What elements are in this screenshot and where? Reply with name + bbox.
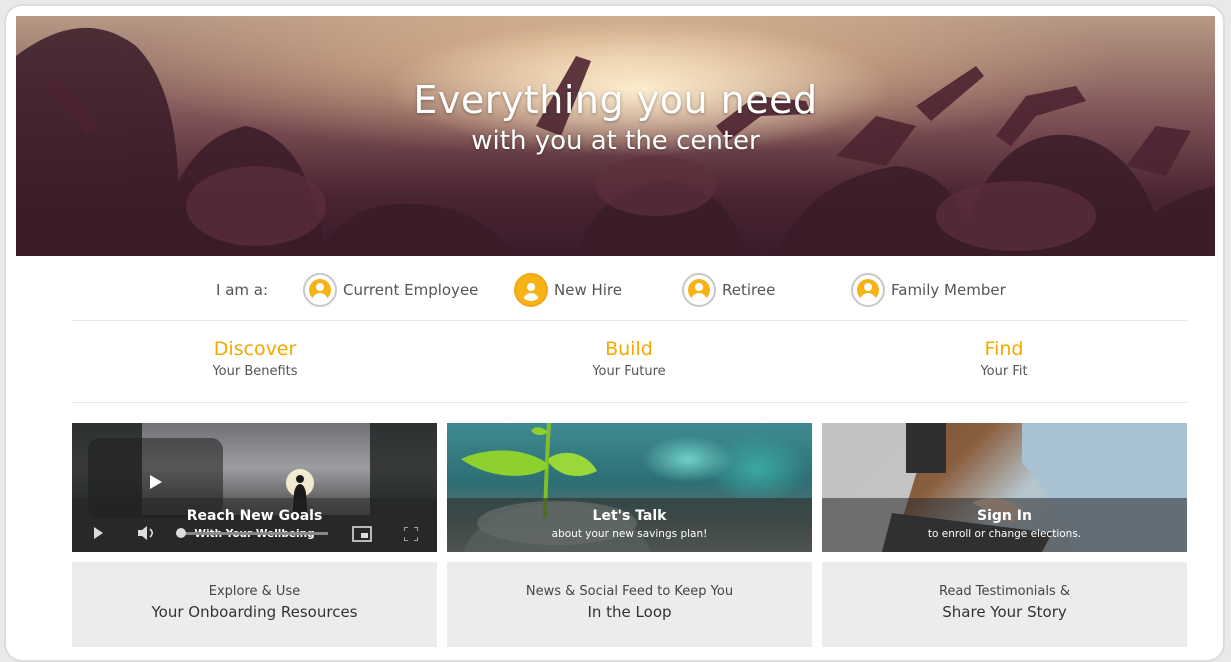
bottom-card-line1: Read Testimonials & xyxy=(938,584,1071,599)
news-social-feed-card[interactable]: News & Social Feed to Keep You In the Lo… xyxy=(447,562,812,647)
bottom-card-line1: Explore & Use xyxy=(208,584,301,599)
person-icon xyxy=(303,273,337,307)
onboarding-resources-card[interactable]: Explore & Use Your Onboarding Resources xyxy=(72,562,437,647)
nav-subtitle: Your Fit xyxy=(980,364,1028,379)
nav-build[interactable]: Build Your Future xyxy=(479,338,779,381)
card-caption-overlay xyxy=(447,498,812,552)
fullscreen-icon[interactable] xyxy=(404,527,418,541)
play-icon[interactable] xyxy=(150,475,162,489)
divider xyxy=(72,402,1187,403)
hero-banner: Everything you need with you at the cent… xyxy=(16,16,1215,256)
play-icon[interactable] xyxy=(94,527,103,539)
person-icon xyxy=(851,273,885,307)
role-label: I am a: xyxy=(216,281,269,299)
nav-find[interactable]: Find Your Fit xyxy=(854,338,1154,381)
role-new-hire[interactable]: New Hire xyxy=(514,272,622,308)
sign-in-card[interactable]: Sign In to enroll or change elections. xyxy=(822,423,1187,552)
nav-title: Build xyxy=(605,338,653,360)
nav-subtitle: Your Future xyxy=(592,364,666,379)
card-caption-overlay xyxy=(72,498,437,552)
nav-subtitle: Your Benefits xyxy=(212,364,298,379)
hero-title: Everything you need xyxy=(413,78,818,122)
volume-icon[interactable] xyxy=(138,526,156,540)
role-family-member[interactable]: Family Member xyxy=(851,272,1006,308)
hero-subtitle: with you at the center xyxy=(471,126,760,156)
bottom-card-line2: In the Loop xyxy=(587,603,672,621)
bottom-card-line1: News & Social Feed to Keep You xyxy=(525,584,734,599)
role-item-label: Retiree xyxy=(722,281,776,299)
role-selector: I am a: Current Employee New Hire Retire… xyxy=(6,268,1223,312)
role-retiree[interactable]: Retiree xyxy=(682,272,775,308)
role-item-label: New Hire xyxy=(554,281,622,299)
volume-slider[interactable] xyxy=(178,532,328,535)
volume-slider-handle[interactable] xyxy=(176,528,186,538)
testimonials-card[interactable]: Read Testimonials & Share Your Story xyxy=(822,562,1187,647)
bottom-card-line2: Share Your Story xyxy=(942,603,1067,621)
picture-in-picture-icon[interactable] xyxy=(352,526,372,542)
bottom-card-line2: Your Onboarding Resources xyxy=(151,603,358,621)
card-title: Let's Talk xyxy=(592,508,667,524)
card-title: Sign In xyxy=(977,508,1032,524)
divider xyxy=(72,320,1187,321)
nav-title: Discover xyxy=(213,338,297,360)
page-frame: Everything you need with you at the cent… xyxy=(6,6,1223,660)
person-icon xyxy=(682,273,716,307)
nav-discover[interactable]: Discover Your Benefits xyxy=(105,338,405,381)
nav-title: Find xyxy=(984,338,1024,360)
card-subtitle: about your new savings plan! xyxy=(551,528,708,540)
card-caption-overlay xyxy=(822,498,1187,552)
person-icon xyxy=(514,273,548,307)
card-title: Reach New Goals xyxy=(186,508,323,524)
card-subtitle: to enroll or change elections. xyxy=(927,528,1082,540)
savings-plan-card[interactable]: Let's Talk about your new savings plan! xyxy=(447,423,812,552)
role-item-label: Family Member xyxy=(891,281,1006,299)
role-item-label: Current Employee xyxy=(343,281,479,299)
wellbeing-video-card[interactable]: Reach New Goals With Your Wellbeing xyxy=(72,423,437,552)
role-current-employee[interactable]: Current Employee xyxy=(303,272,478,308)
